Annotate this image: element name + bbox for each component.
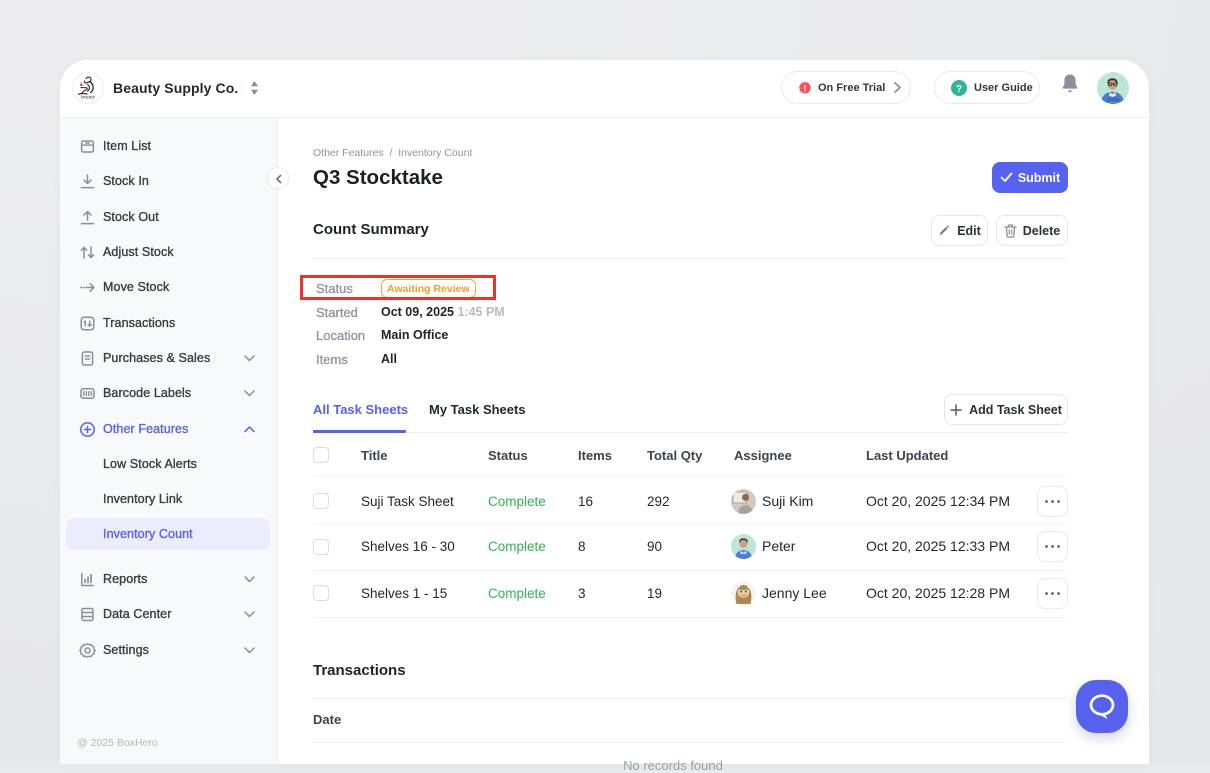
svg-text:beauty: beauty xyxy=(81,95,96,101)
svg-text:?: ? xyxy=(956,84,962,95)
svg-text:!: ! xyxy=(804,83,807,93)
